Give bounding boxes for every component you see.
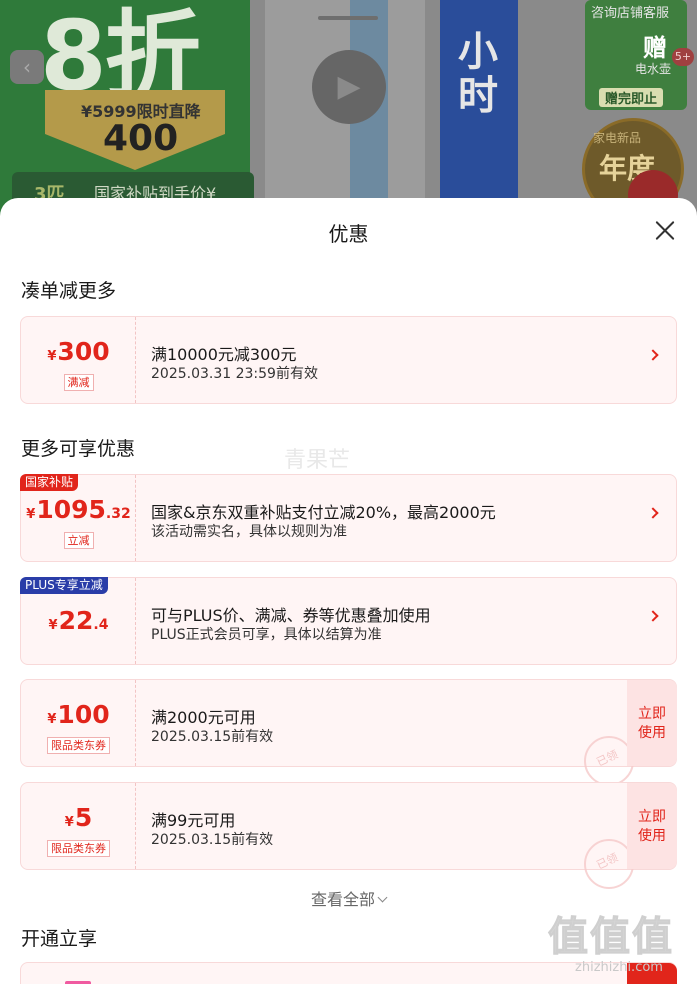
coupon-amount-area: ¥100 限品类东券 [21, 680, 136, 766]
watermark-text: 青果芒 [284, 448, 351, 473]
coupon-sub-text: 该活动需实名，具体以规则为准 [151, 524, 347, 540]
currency-symbol: ¥ [47, 712, 57, 727]
promo-banner: 8折 ¥5999限时直降 400 3匹 国家补贴到手价¥ [0, 0, 254, 230]
drag-handle [318, 16, 378, 20]
chevron-right-icon[interactable] [647, 507, 659, 519]
use-now-button[interactable]: 立即 使用 [627, 783, 677, 869]
view-all-label: 查看全部 [310, 890, 375, 909]
use-now-button[interactable]: 立即 使用 [627, 680, 677, 766]
gift-label: 赠 [643, 34, 667, 62]
site-watermark-logo: 值值值 [548, 914, 674, 961]
currency-symbol: ¥ [48, 618, 58, 633]
chevron-right-icon[interactable] [647, 610, 659, 622]
amount-value: 100 [57, 700, 110, 729]
coupon-sub-text: 2025.03.15前有效 [151, 832, 274, 848]
coupon-tag: 限品类东券 [21, 734, 136, 754]
close-icon[interactable] [648, 214, 682, 248]
gift-item: 电水壶 [635, 62, 672, 76]
coupon-amount: ¥300 [21, 337, 136, 366]
currency-symbol: ¥ [64, 815, 74, 830]
claimed-stamp-text: 已领 [594, 747, 620, 769]
amount-value: 5 [74, 803, 93, 832]
shop-consult: 咨询店铺客服 [591, 6, 670, 21]
coupon-main-text: 可与PLUS价、满减、券等优惠叠加使用 [151, 606, 431, 625]
gift-until: 赠完即止 [599, 88, 664, 107]
promo-drop: 400 [103, 118, 179, 159]
coupon-sub-text: 2025.03.31 23:59前有效 [151, 366, 318, 382]
coupon-amount-area: ¥300 满减 [21, 317, 136, 403]
coupon-main-text: 满10000元减300元 [151, 345, 297, 364]
notification-badge: 5+ [672, 48, 694, 66]
chevron-right-icon[interactable] [647, 349, 659, 361]
section-open: 开通立享 [21, 928, 98, 950]
corner-badge-plus: PLUS专享立减 [20, 577, 108, 594]
coupon-amount: ¥5 [21, 803, 136, 832]
coupon-tag: 限品类东券 [21, 837, 136, 857]
chevron-down-icon [377, 892, 388, 903]
play-icon[interactable]: ▶ [312, 50, 386, 124]
coupon-amount-area: ¥5 限品类东券 [21, 783, 136, 869]
section-combine: 凑单减更多 [21, 280, 117, 302]
amount-value: 300 [57, 337, 110, 366]
promo-arrow: ¥5999限时直降 400 [45, 90, 225, 170]
coupon-card-100: ¥100 限品类东券 满2000元可用 2025.03.15前有效 已领 立即使… [20, 679, 677, 786]
coupon-tag-label: 限品类东券 [47, 840, 110, 857]
claimed-stamp-text: 已领 [594, 850, 620, 872]
amount-value: 22 [58, 606, 94, 635]
amount-decimal: .32 [105, 506, 131, 522]
coupon-amount: ¥22.4 [21, 606, 136, 635]
award-top: 家电新品 [593, 131, 642, 145]
coupon-sub-text: 2025.03.15前有效 [151, 729, 274, 745]
chevron-left-icon[interactable]: ‹ [10, 50, 44, 84]
coupon-amount: ¥100 [21, 700, 136, 729]
corner-badge-subsidy: 国家补贴 [20, 474, 79, 491]
vertical-banner: 小时 [440, 0, 518, 230]
currency-symbol: ¥ [47, 349, 57, 364]
coupon-sub-text: PLUS正式会员可享，具体以结算为准 [151, 627, 382, 643]
site-watermark: 值值值 zhizhizhi.com [548, 904, 690, 976]
coupon-main-text: 满2000元可用 [151, 708, 256, 727]
coupon-tag-label: 立减 [63, 532, 94, 549]
coupon-main-text: 满99元可用 [151, 811, 236, 830]
amount-value: 1095 [36, 495, 106, 524]
coupon-tag: 立减 [21, 529, 136, 549]
coupon-main-text: 国家&京东双重补贴支付立减20%，最高2000元 [151, 503, 496, 522]
coupon-tag: 满减 [21, 371, 136, 391]
coupon-card-plus[interactable]: ¥22.4 PLUS专享立减 可与PLUS价、满减、券等优惠叠加使用 PLUS正… [20, 577, 677, 665]
coupon-card-5: ¥5 限品类东券 满99元可用 2025.03.15前有效 已领 立即 使用 [20, 782, 677, 889]
coupon-card-national-subsidy[interactable]: ¥1095.32 立减 国家补贴 国家&京东双重补贴支付立减20%，最高2000… [20, 474, 677, 562]
coupon-card-full-reduction[interactable]: ¥300 满减 满10000元减300元 2025.03.31 23:59前有效 [20, 316, 677, 404]
product-backdrop: 8折 ¥5999限时直降 400 3匹 国家补贴到手价¥ 小时 咨询店铺客服 赠… [0, 0, 697, 230]
section-more: 更多可享优惠 [21, 438, 136, 460]
amount-decimal: .4 [93, 617, 109, 633]
sheet-title: 优惠 [328, 222, 369, 246]
coupon-tag-label: 限品类东券 [47, 737, 110, 754]
site-watermark-url: zhizhizhi.com [575, 960, 663, 975]
coupon-tag-label: 满减 [63, 374, 94, 391]
coupon-amount: ¥1095.32 [21, 495, 136, 524]
vertical-text: 小时 [458, 29, 498, 119]
currency-symbol: ¥ [26, 507, 36, 522]
discount-sheet: 优惠 凑单减更多 ¥300 满减 满10000元减300元 2025.03.31… [0, 198, 697, 984]
